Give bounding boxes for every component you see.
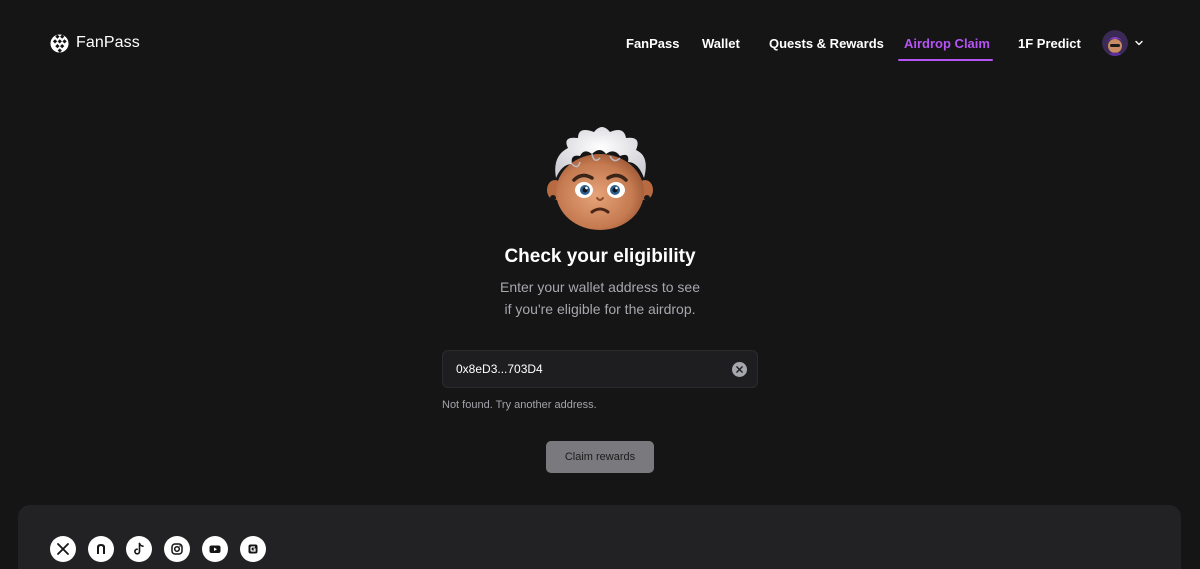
nav-item-wallet[interactable]: Wallet (702, 35, 740, 52)
social-guild-link[interactable] (240, 536, 266, 562)
page-subtitle: Enter your wallet address to see if you'… (450, 276, 750, 320)
claim-rewards-button[interactable]: Claim rewards (546, 441, 654, 473)
page: FanPass FanPass Wallet Quests & Rewards … (0, 0, 1200, 569)
x-icon (57, 543, 69, 555)
social-tiktok-link[interactable] (126, 536, 152, 562)
social-instagram-link[interactable] (164, 536, 190, 562)
error-message: Not found. Try another address. (442, 399, 597, 411)
subtitle-line-1: Enter your wallet address to see (500, 279, 700, 295)
sad-face-illustration (547, 127, 653, 230)
clear-input-button[interactable] (732, 362, 747, 377)
social-youtube-link[interactable] (202, 536, 228, 562)
footer (18, 505, 1181, 569)
tiktok-icon (134, 542, 144, 555)
fanpass-logo-icon (50, 33, 69, 53)
brand-name: FanPass (76, 34, 140, 51)
nostr-icon (97, 544, 105, 554)
active-tab-indicator (898, 59, 993, 61)
nav-item-1f-predict[interactable]: 1F Predict (1018, 35, 1081, 52)
social-links (50, 536, 266, 562)
nav-item-quests-rewards[interactable]: Quests & Rewards (769, 35, 884, 52)
page-title: Check your eligibility (504, 246, 696, 267)
nav-item-fanpass[interactable]: FanPass (626, 35, 679, 52)
wallet-address-value: 0x8eD3...703D4 (456, 362, 543, 376)
social-nostr-link[interactable] (88, 536, 114, 562)
chevron-down-icon (1135, 40, 1143, 46)
subtitle-line-2: if you're eligible for the airdrop. (504, 301, 696, 317)
close-icon (736, 366, 743, 373)
avatar (1102, 30, 1128, 56)
social-x-link[interactable] (50, 536, 76, 562)
brand-logo[interactable]: FanPass (50, 33, 140, 53)
nav-item-airdrop-claim[interactable]: Airdrop Claim (904, 35, 990, 52)
instagram-icon (171, 543, 183, 555)
account-menu[interactable] (1102, 30, 1144, 56)
guild-icon (248, 544, 258, 554)
top-nav-bar: FanPass FanPass Wallet Quests & Rewards … (0, 0, 1200, 88)
wallet-address-input[interactable]: 0x8eD3...703D4 (442, 350, 758, 388)
youtube-icon (209, 545, 221, 553)
